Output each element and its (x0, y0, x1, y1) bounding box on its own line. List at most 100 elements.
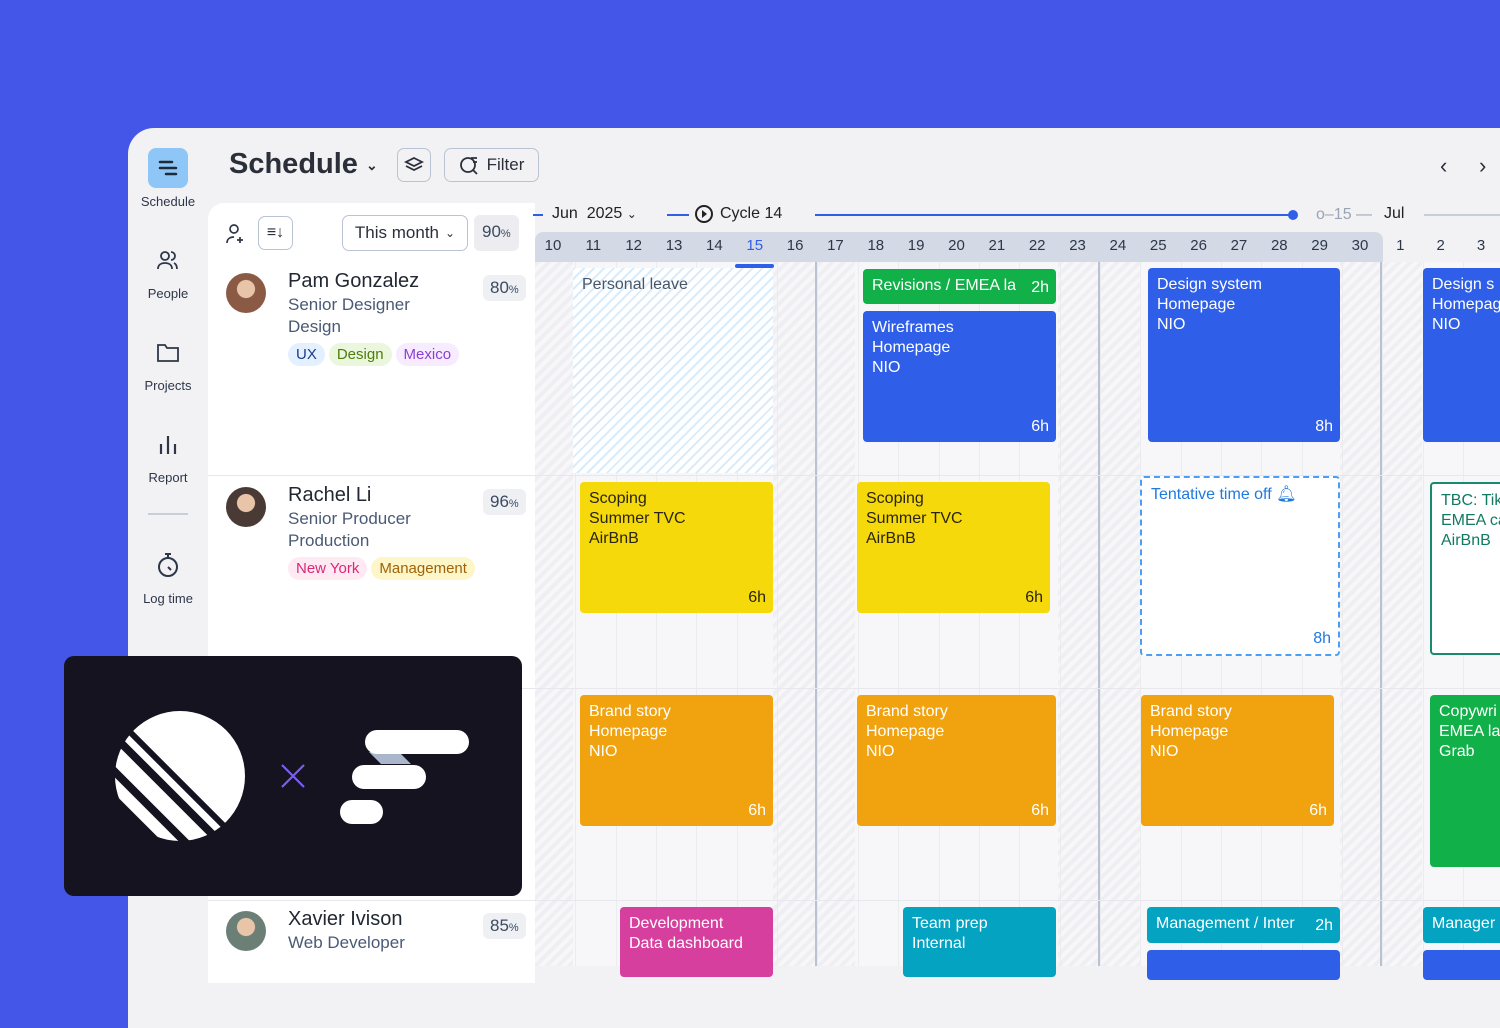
event-detail: Summer TVC (866, 510, 963, 527)
event-detail: Homepage (1157, 296, 1236, 313)
today-indicator (735, 264, 774, 268)
schedule-event[interactable]: Tentative time off 🔔︎ 8h (1140, 476, 1340, 656)
day-label[interactable]: 22 (1017, 237, 1057, 254)
person-info[interactable]: Rachel Li Senior Producer Production New… (288, 484, 479, 580)
nav-log-time[interactable]: Log time (128, 545, 208, 606)
event-title: Scoping (866, 490, 924, 507)
schedule-event[interactable]: Brand story Homepage NIO 6h (580, 695, 773, 826)
schedule-event[interactable]: Manager (1423, 907, 1500, 943)
sort-button[interactable]: ≡↓ (258, 216, 293, 250)
day-label[interactable]: 24 (1098, 237, 1138, 254)
day-label[interactable]: 2 (1421, 237, 1461, 254)
next-button[interactable]: › (1479, 153, 1486, 179)
person-tag: New York (288, 557, 368, 580)
day-label[interactable]: 19 (896, 237, 936, 254)
schedule-event[interactable]: Design system Homepage NIO 8h (1148, 268, 1340, 442)
day-label[interactable]: 16 (775, 237, 815, 254)
day-label[interactable]: 26 (1179, 237, 1219, 254)
filter-button[interactable]: Filter (444, 148, 539, 182)
day-label[interactable]: 13 (654, 237, 694, 254)
cycle-label[interactable]: Cycle 14 (694, 204, 782, 224)
event-detail: NIO (872, 359, 901, 376)
schedule-event[interactable]: Personal leave (573, 268, 773, 473)
day-label[interactable]: 10 (533, 237, 573, 254)
event-detail: Grab (1439, 743, 1475, 760)
nav-label: Log time (143, 591, 193, 606)
event-title: Tentative time off (1151, 486, 1272, 503)
schedule-event[interactable] (1423, 950, 1500, 980)
event-hours: 6h (1025, 589, 1043, 606)
event-title: Manager (1432, 915, 1496, 932)
nav-schedule[interactable]: Schedule (128, 148, 208, 209)
filter-search-icon (459, 157, 478, 175)
event-hours: 6h (748, 589, 766, 606)
day-label[interactable]: 30 (1340, 237, 1380, 254)
schedule-event[interactable]: Scoping Summer TVC AirBnB 6h (580, 482, 773, 613)
nav-report[interactable]: Report (128, 424, 208, 485)
next-cycle: o–15 — (1316, 206, 1373, 223)
event-detail: Homepage (866, 723, 945, 740)
day-label[interactable]: 12 (614, 237, 654, 254)
event-detail: NIO (1150, 743, 1179, 760)
event-hours: 6h (1031, 418, 1049, 435)
day-label[interactable]: 15 (735, 237, 775, 254)
schedule-event[interactable]: Brand story Homepage NIO 6h (857, 695, 1056, 826)
week-separator (815, 262, 817, 966)
month-select[interactable]: Jun 2025 ⌄ (552, 205, 637, 223)
add-person-button[interactable] (224, 222, 248, 251)
day-label[interactable]: 27 (1219, 237, 1259, 254)
schedule-event[interactable]: TBC: Tik EMEA ca AirBnB (1430, 482, 1500, 655)
nav-projects[interactable]: Projects (128, 332, 208, 393)
nav-label: Schedule (140, 194, 196, 209)
layers-button[interactable] (397, 148, 431, 182)
schedule-event[interactable]: Brand story Homepage NIO 6h (1141, 695, 1334, 826)
schedule-event[interactable]: Team prep Internal (903, 907, 1056, 977)
play-circle-icon (695, 205, 713, 223)
schedule-event[interactable]: Revisions / EMEA la 2h (863, 269, 1056, 304)
day-label[interactable]: 18 (856, 237, 896, 254)
pct-sign: % (508, 284, 519, 296)
event-title: TBC: Tik (1441, 492, 1500, 509)
cycle-text: Cycle 14 (720, 205, 783, 222)
day-label[interactable]: 23 (1058, 237, 1098, 254)
weekend-column (773, 262, 855, 966)
schedule-event[interactable]: Scoping Summer TVC AirBnB 6h (857, 482, 1050, 613)
schedule-event[interactable]: Wireframes Homepage NIO 6h (863, 311, 1056, 442)
schedule-event[interactable]: Development Data dashboard (620, 907, 773, 977)
day-label[interactable]: 21 (977, 237, 1017, 254)
day-gridline (817, 262, 818, 966)
schedule-event[interactable] (1147, 950, 1340, 980)
day-label[interactable]: 3 (1461, 237, 1500, 254)
event-detail: Internal (912, 935, 966, 952)
day-label[interactable]: 28 (1259, 237, 1299, 254)
add-person-icon (226, 224, 243, 244)
timeline-line (1424, 214, 1500, 216)
page-title[interactable]: Schedule ⌄ (229, 148, 378, 181)
nav-people[interactable]: People (128, 240, 208, 301)
event-detail: Homepag (1432, 296, 1500, 313)
layers-icon (404, 156, 424, 172)
people-icon (148, 240, 188, 280)
person-name: Rachel Li (288, 484, 372, 506)
period-select[interactable]: This month ⌄ (342, 215, 468, 251)
day-label[interactable]: 29 (1300, 237, 1340, 254)
schedule-event[interactable]: Design s Homepag NIO (1423, 268, 1500, 442)
utilization-value: 85 (490, 916, 509, 935)
day-label[interactable]: 11 (573, 237, 613, 254)
day-label[interactable]: 17 (815, 237, 855, 254)
schedule-event[interactable]: Copywri EMEA la Grab (1430, 695, 1500, 867)
day-label[interactable]: 20 (937, 237, 977, 254)
event-detail: NIO (866, 743, 895, 760)
person-info[interactable]: Pam Gonzalez Senior Designer Design UX De… (288, 270, 463, 366)
times-icon (281, 764, 305, 788)
event-detail: AirBnB (866, 530, 916, 547)
person-tag: Mexico (395, 343, 460, 366)
schedule-event[interactable]: Management / Inter 2h (1147, 907, 1340, 943)
day-label[interactable]: 14 (694, 237, 734, 254)
person-info[interactable]: Xavier Ivison Web Developer (288, 908, 405, 959)
day-label[interactable]: 1 (1380, 237, 1420, 254)
prev-button[interactable]: ‹ (1440, 153, 1447, 179)
event-detail: Homepage (589, 723, 668, 740)
day-gridline (1382, 262, 1383, 966)
day-label[interactable]: 25 (1138, 237, 1178, 254)
